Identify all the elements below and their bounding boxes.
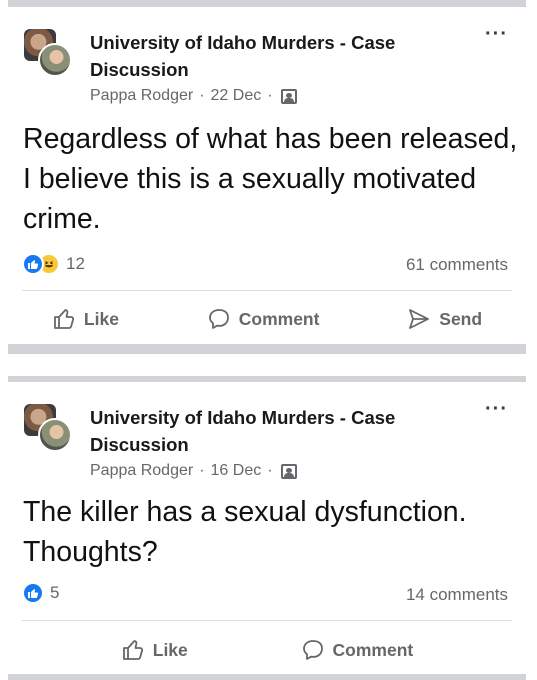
thumbs-up-icon: [54, 309, 74, 329]
meta-separator: ·: [267, 87, 273, 104]
reactions-summary[interactable]: 12: [22, 253, 85, 275]
comment-label: Comment: [238, 308, 320, 329]
group-audience-icon: [280, 463, 297, 479]
like-reaction-icon: [22, 253, 44, 275]
like-button[interactable]: Like: [52, 307, 119, 331]
post-text: The killer has a sexual dysfunction. Tho…: [23, 496, 467, 568]
meta-separator: ·: [199, 462, 205, 479]
group-audience-icon: [280, 88, 297, 104]
post-actions: Like Comment Send: [8, 307, 526, 331]
like-reaction-icon: [22, 582, 44, 604]
like-button[interactable]: Like: [121, 638, 188, 662]
comment-bubble-icon: [302, 640, 323, 660]
post-date-link[interactable]: 22 Dec: [211, 87, 262, 105]
like-label: Like: [83, 308, 119, 329]
author-avatar-icon: [38, 43, 72, 77]
group-name-link[interactable]: University of Idaho Murders - Case Discu…: [90, 29, 460, 83]
post-card: University of Idaho Murders - Case Discu…: [8, 382, 526, 674]
feed-separator: [8, 344, 526, 354]
author-avatar-icon: [38, 418, 72, 452]
post-meta: Pappa Rodger · 22 Dec ·: [90, 87, 297, 105]
meta-separator: ·: [267, 462, 273, 479]
thumbs-up-icon: [122, 640, 143, 660]
reactions-summary[interactable]: 5: [22, 582, 59, 604]
send-label: Send: [439, 308, 483, 329]
divider: [22, 620, 512, 621]
post-date-link[interactable]: 16 Dec: [211, 462, 262, 480]
reaction-count: 12: [66, 254, 85, 273]
comment-bubble-icon: [208, 309, 229, 329]
comment-button[interactable]: Comment: [207, 307, 320, 331]
more-options-icon[interactable]: ···: [485, 399, 508, 419]
reaction-count: 5: [50, 583, 60, 602]
send-button[interactable]: Send: [407, 307, 482, 331]
post-meta: Pappa Rodger · 16 Dec ·: [90, 462, 297, 480]
author-name-link[interactable]: Pappa Rodger: [90, 87, 193, 105]
comments-count-link[interactable]: 61 comments: [406, 255, 508, 275]
comments-count-link[interactable]: 14 comments: [406, 585, 508, 605]
post-actions: Like Comment: [8, 638, 526, 662]
post-text: Regardless of what has been released, I …: [23, 123, 518, 235]
comment-label: Comment: [332, 639, 414, 660]
group-name-link[interactable]: University of Idaho Murders - Case Discu…: [90, 404, 460, 458]
author-name-link[interactable]: Pappa Rodger: [90, 462, 193, 480]
comment-button[interactable]: Comment: [301, 638, 414, 662]
divider: [22, 290, 512, 291]
like-label: Like: [152, 639, 188, 660]
more-options-icon[interactable]: ···: [485, 24, 508, 44]
feed-separator: [8, 674, 526, 680]
send-icon: [409, 309, 430, 329]
feed-separator: [8, 0, 526, 7]
meta-separator: ·: [199, 87, 205, 104]
post-card: University of Idaho Murders - Case Discu…: [8, 7, 526, 344]
group-avatar[interactable]: [22, 402, 72, 454]
group-avatar[interactable]: [22, 27, 72, 79]
